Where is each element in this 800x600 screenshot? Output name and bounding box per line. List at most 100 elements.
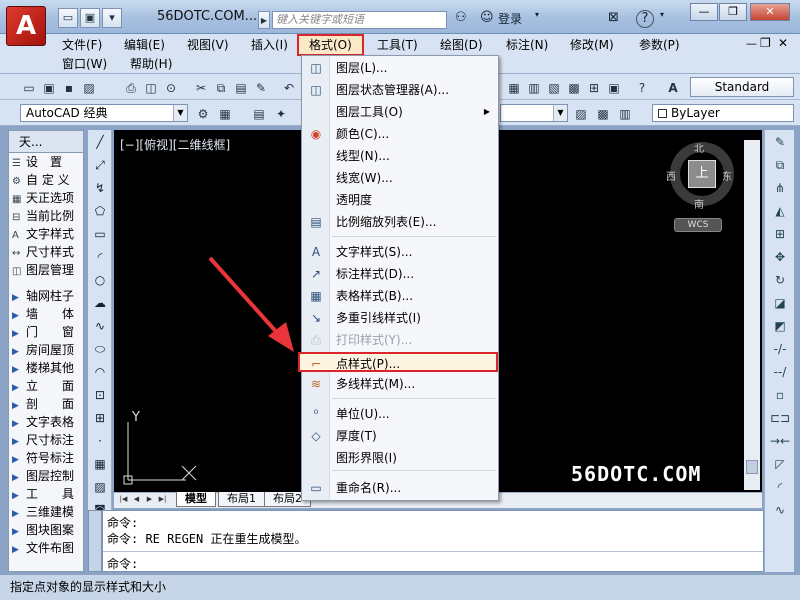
make-current-icon[interactable]: ▨ <box>572 104 590 122</box>
format-menu-item[interactable]: 图形界限(I) <box>302 448 498 468</box>
menu-file[interactable]: 文件(F) <box>58 36 106 54</box>
mirror-icon[interactable]: ⋔ <box>769 178 791 198</box>
command-window[interactable]: 命令: 命令: RE REGEN 正在重生成模型。 命令: <box>102 510 764 572</box>
help-icon[interactable]: ? <box>636 10 654 28</box>
panel-item[interactable]: ▶ 门 窗 <box>9 323 83 341</box>
layer-combo[interactable]: ▼ <box>500 104 568 122</box>
search-expand-icon[interactable]: ▶ <box>258 11 270 29</box>
login-link[interactable]: 登录 <box>498 10 522 28</box>
blend-icon[interactable]: ∿ <box>769 500 791 520</box>
menu-edit[interactable]: 编辑(E) <box>120 36 169 54</box>
format-menu-item[interactable]: ⌐ 点样式(P)... <box>298 352 498 372</box>
format-menu-item[interactable]: 线型(N)... <box>302 146 498 166</box>
panel-item[interactable]: ⊟ 当前比例 <box>9 207 83 225</box>
panel-item[interactable]: ▶ 三维建模 <box>9 503 83 521</box>
point-icon[interactable]: · <box>90 431 110 451</box>
menu-draw[interactable]: 绘图(D) <box>436 36 487 54</box>
format-menu-item[interactable]: ◫ 图层(L)... <box>302 58 498 78</box>
insert-block-icon[interactable]: ⊡ <box>90 385 110 405</box>
trim-icon[interactable]: -/- <box>769 339 791 359</box>
polygon-icon[interactable]: ⬠ <box>90 201 110 221</box>
array-icon[interactable]: ⊞ <box>769 224 791 244</box>
login-dropdown-icon[interactable]: ▾ <box>535 10 539 28</box>
format-menu-item[interactable]: ▦ 表格样式(B)... <box>302 286 498 306</box>
color-combo[interactable]: ByLayer <box>652 104 794 122</box>
save-toolbar-icon[interactable]: ▪ <box>60 78 78 96</box>
format-menu-item[interactable]: ◇ 厚度(T) <box>302 426 498 446</box>
panel-item[interactable]: ▶ 轴网柱子 <box>9 287 83 305</box>
spline-icon[interactable]: ∿ <box>90 316 110 336</box>
panel-item[interactable]: ▶ 图层控制 <box>9 467 83 485</box>
save-icon[interactable]: ▾ <box>102 8 122 28</box>
chamfer-icon[interactable]: ◸ <box>769 454 791 474</box>
panel-item[interactable]: ☰ 设 置 <box>9 153 83 171</box>
command-grip[interactable] <box>88 510 102 572</box>
calculator-icon[interactable]: ▣ <box>605 78 623 96</box>
publish-icon[interactable]: ⊙ <box>162 78 180 96</box>
doc-minimize-icon[interactable]: — <box>746 37 757 50</box>
menu-insert[interactable]: 插入(I) <box>247 36 292 54</box>
ellipse-icon[interactable]: ⬭ <box>90 339 110 359</box>
tab-layout1[interactable]: 布局1 <box>218 492 265 507</box>
scale-icon[interactable]: ◪ <box>769 293 791 313</box>
format-menu-item[interactable]: ↗ 标注样式(D)... <box>302 264 498 284</box>
rectangle-icon[interactable]: ▭ <box>90 224 110 244</box>
format-menu-item[interactable]: ▭ 重命名(R)... <box>302 478 498 498</box>
ellipse-arc-icon[interactable]: ◠ <box>90 362 110 382</box>
print-icon[interactable]: ⎙ <box>122 78 140 96</box>
format-menu-item[interactable]: 线宽(W)... <box>302 168 498 188</box>
extend-icon[interactable]: --/ <box>769 362 791 382</box>
panel-item[interactable]: ▶ 符号标注 <box>9 449 83 467</box>
cut-icon[interactable]: ✂ <box>192 78 210 96</box>
format-menu-item[interactable]: ▤ 比例缩放列表(E)... <box>302 212 498 232</box>
panel-item[interactable]: ◫ 图层管理 <box>9 261 83 279</box>
workspace-settings-icon[interactable]: ⚙ <box>194 104 212 122</box>
open-icon[interactable]: ▣ <box>40 78 58 96</box>
toolpalette-icon[interactable]: ▧ <box>545 78 563 96</box>
saveas-icon[interactable]: ▨ <box>80 78 98 96</box>
doc-close-icon[interactable]: ✕ <box>778 36 788 50</box>
panel-item[interactable]: ▶ 墙 体 <box>9 305 83 323</box>
markup-icon[interactable]: ⊞ <box>585 78 603 96</box>
hatch-icon[interactable]: ▦ <box>90 454 110 474</box>
circle-icon[interactable]: ○ <box>90 270 110 290</box>
panel-item[interactable]: ▶ 文件布图 <box>9 539 83 557</box>
open-file-icon[interactable]: ▣ <box>80 8 100 28</box>
panel-item[interactable]: A 文字样式 <box>9 225 83 243</box>
doc-restore-icon[interactable]: ❐ <box>760 36 771 50</box>
paste-icon[interactable]: ▤ <box>232 78 250 96</box>
panel-item[interactable]: ▶ 立 面 <box>9 377 83 395</box>
autocad-logo[interactable]: A <box>6 6 46 46</box>
sheetset-icon[interactable]: ▩ <box>565 78 583 96</box>
preview-icon[interactable]: ◫ <box>142 78 160 96</box>
layer-state-icon[interactable]: ▥ <box>616 104 634 122</box>
close-button[interactable]: ✕ <box>750 3 790 21</box>
copy-object-icon[interactable]: ⧉ <box>769 155 791 175</box>
search-input[interactable]: 键入关键字或短语 <box>272 11 447 29</box>
undo-icon[interactable]: ↶ <box>280 78 298 96</box>
panel-item[interactable]: ▶ 工 具 <box>9 485 83 503</box>
panel-item[interactable]: ⚙ 自 定 义 <box>9 171 83 189</box>
panel-item[interactable]: ▶ 楼梯其他 <box>9 359 83 377</box>
workspace-save-icon[interactable]: ▦ <box>216 104 234 122</box>
text-style-combo[interactable]: Standard <box>690 77 794 97</box>
new-file-icon[interactable]: ▭ <box>58 8 78 28</box>
menu-view[interactable]: 视图(V) <box>183 36 233 54</box>
exchange-icon[interactable]: ⊠ <box>608 10 619 28</box>
copy-icon[interactable]: ⧉ <box>212 78 230 96</box>
tab-next-icon[interactable]: ▶ <box>144 493 155 505</box>
combo-arrow-icon[interactable]: ▼ <box>553 105 567 121</box>
make-block-icon[interactable]: ⊞ <box>90 408 110 428</box>
menu-tools[interactable]: 工具(T) <box>373 36 422 54</box>
format-menu-item[interactable]: ◉ 颜色(C)... <box>302 124 498 144</box>
format-menu-item[interactable]: ≋ 多线样式(M)... <box>302 374 498 394</box>
stretch-icon[interactable]: ◩ <box>769 316 791 336</box>
command-prompt[interactable]: 命令: <box>107 555 138 572</box>
arc-icon[interactable]: ◜ <box>90 247 110 267</box>
format-menu-item[interactable]: ⁰ 单位(U)... <box>302 404 498 424</box>
revcloud-icon[interactable]: ☁ <box>90 293 110 313</box>
panel-item[interactable]: ▦ 天正选项 <box>9 189 83 207</box>
vertical-scrollbar[interactable] <box>744 140 760 490</box>
panel-item[interactable]: ↔ 尺寸样式 <box>9 243 83 261</box>
designcenter-icon[interactable]: ▥ <box>525 78 543 96</box>
